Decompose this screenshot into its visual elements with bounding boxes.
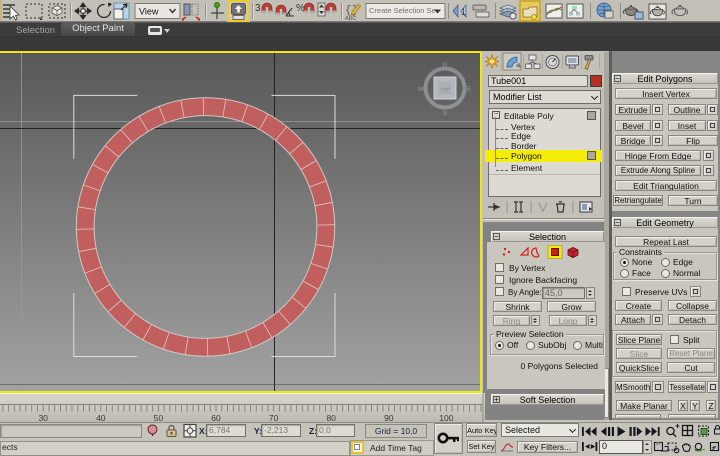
svg-text:Create Selection Se: Create Selection Se xyxy=(369,6,436,15)
svg-text:View: View xyxy=(139,7,159,17)
svg-text:90: 90 xyxy=(384,413,394,422)
svg-text:100: 100 xyxy=(439,413,453,422)
svg-text:W: W xyxy=(418,86,425,93)
svg-text:60: 60 xyxy=(211,413,221,422)
svg-text:3: 3 xyxy=(255,3,261,14)
svg-text:50: 50 xyxy=(154,413,164,422)
svg-text:N: N xyxy=(443,62,448,69)
svg-text:%: % xyxy=(296,3,305,14)
svg-text:30: 30 xyxy=(38,413,48,422)
svg-text:1: 1 xyxy=(461,7,466,17)
svg-text:40: 40 xyxy=(96,413,106,422)
svg-text:70: 70 xyxy=(269,413,279,422)
svg-text:TOP: TOP xyxy=(440,87,449,92)
svg-text:S: S xyxy=(443,110,448,117)
svg-text:80: 80 xyxy=(326,413,336,422)
svg-text:E: E xyxy=(467,86,472,93)
